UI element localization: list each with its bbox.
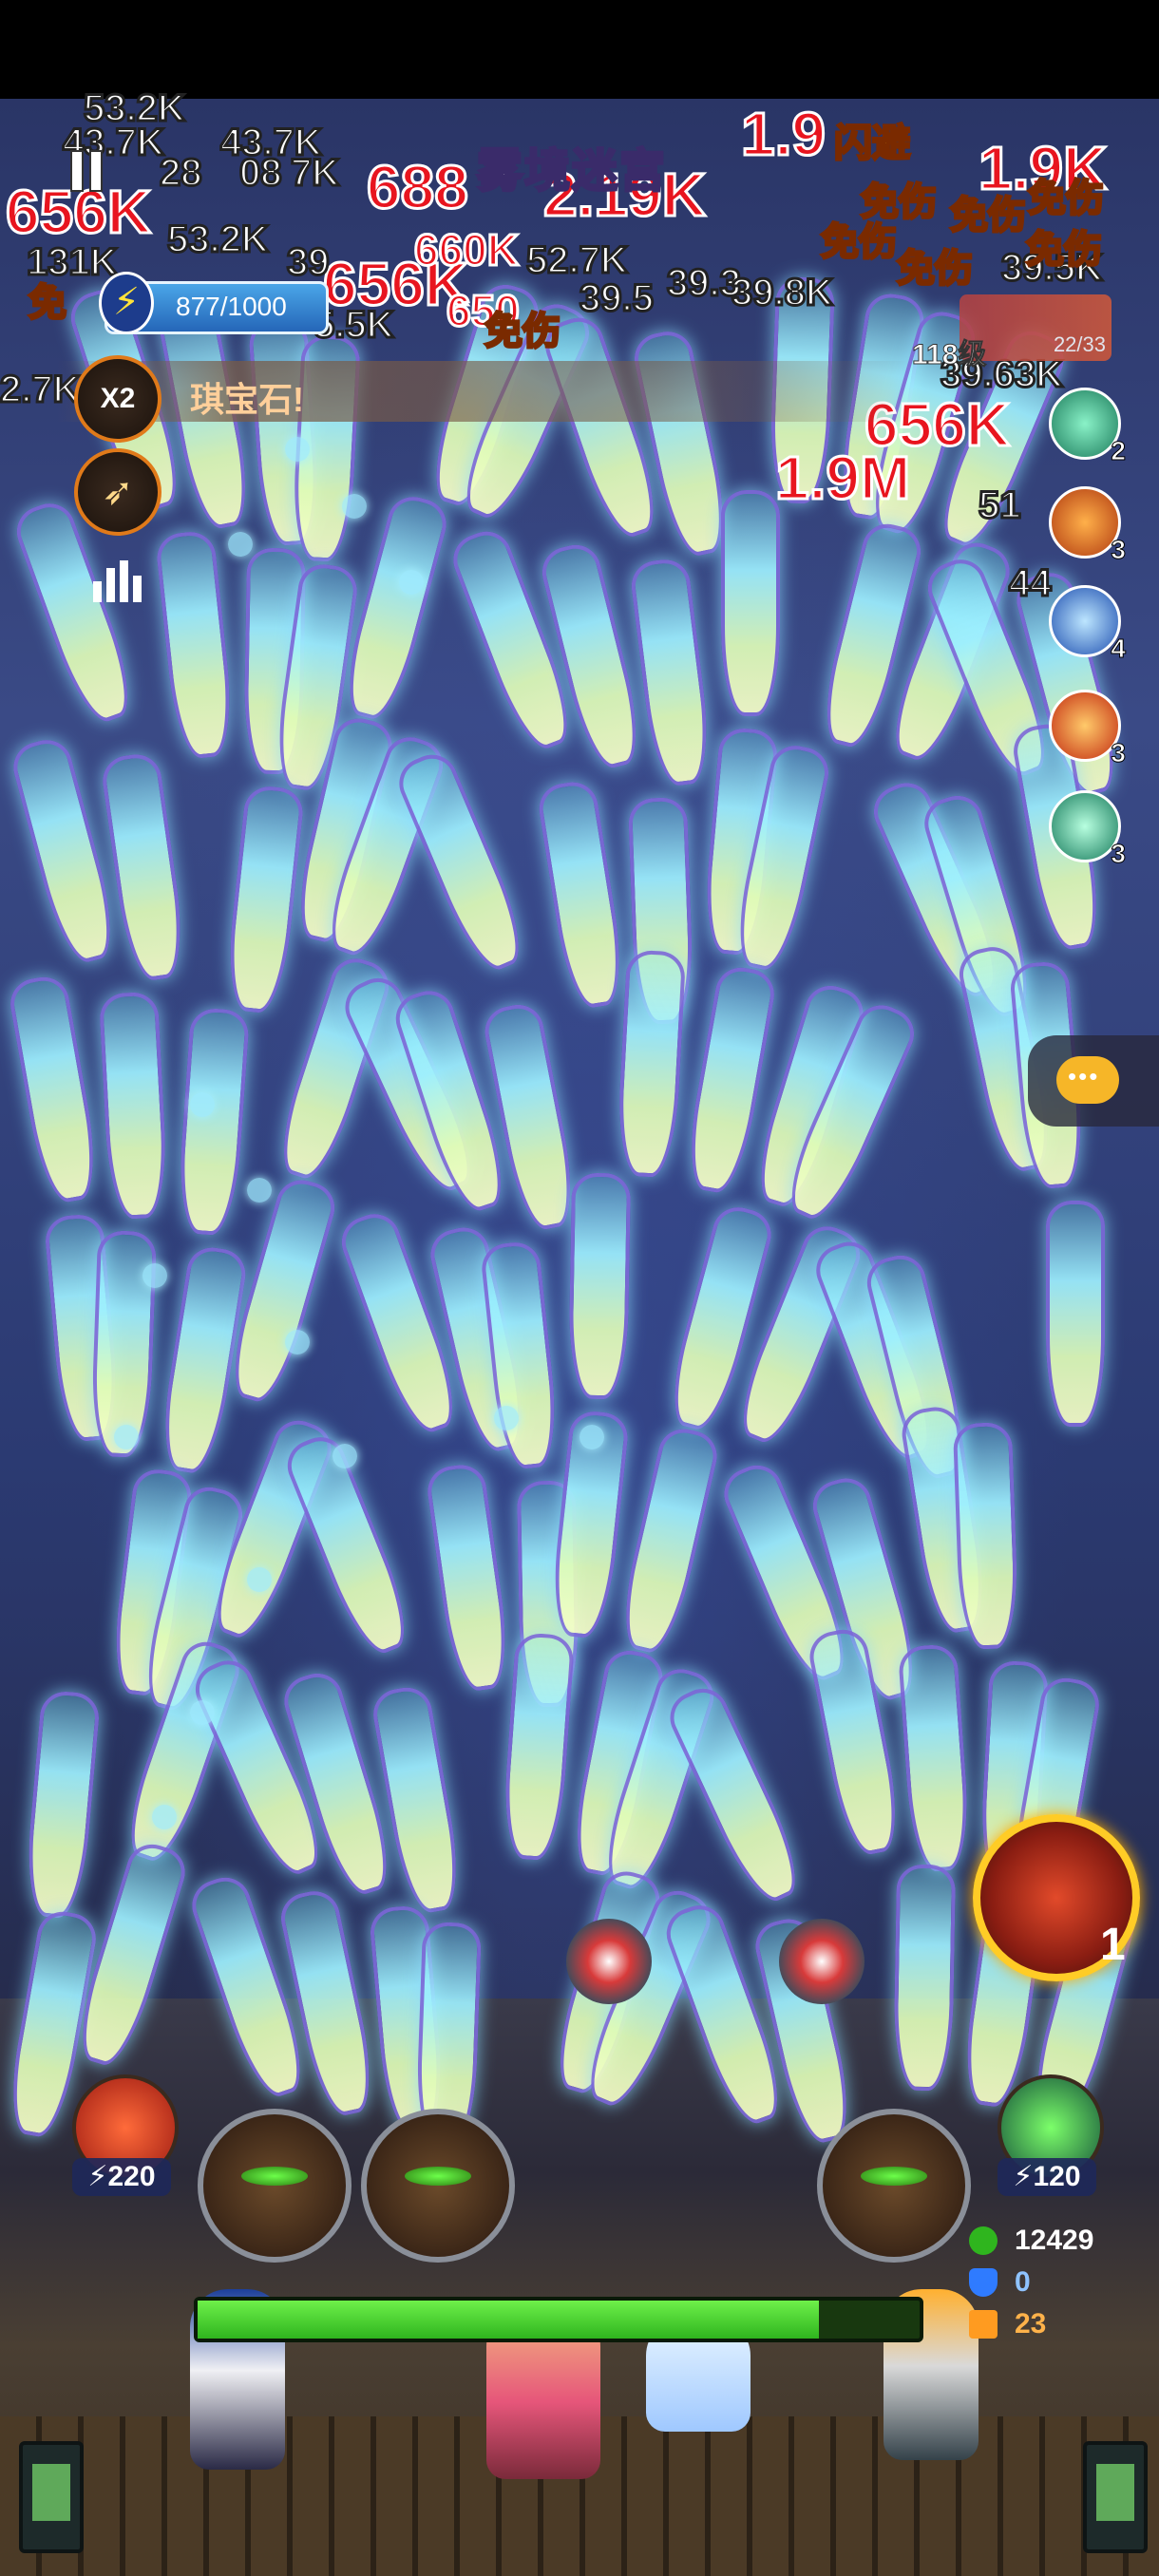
tornado-skill-icon: 2 [1049,388,1126,466]
wind-skill-icon: 3 [1049,790,1126,869]
status-text: 免伤 [896,247,975,292]
boss-level: 118级 [911,339,987,371]
paw-particle [494,1406,519,1430]
damage-number: 7K [289,151,340,196]
damage-number: 28 [159,151,203,196]
fish-projectile [897,1643,973,1873]
score-value: 12429 [1015,2225,1094,2256]
score-icon [969,2226,998,2255]
damage-number: 52.7K [525,238,630,283]
fish-projectile [661,1680,811,1910]
damage-number: 1.9 [740,99,827,170]
fish-projectile [567,1172,632,1400]
paw-particle [152,1805,177,1829]
damage-number: 660K [413,224,521,276]
fish-projectile [89,1229,158,1459]
defense-pod [817,2109,971,2263]
energy-value: 877/1000 [176,292,287,321]
damage-number: 39.5 [579,276,656,321]
damage-number: 39.8K [731,271,835,315]
ultimate-cost: ⚡120 [998,2158,1096,2196]
base-hp-fill [198,2301,819,2339]
ultimate-cost: ⚡220 [72,2158,171,2196]
status-text: 免伤 [1027,177,1106,221]
status-text: 免伤 [1025,228,1104,273]
paw-particle [190,1700,215,1725]
hint-text: 琪宝石! [190,380,304,419]
turret-icon [566,1919,652,2004]
fish-projectile [500,1632,576,1862]
boss-progress: 22/33 [1053,332,1106,356]
paw-particle [342,494,367,519]
paw-particle [285,437,310,462]
status-text: 免 [28,281,68,326]
damage-number: 39 [286,240,331,285]
fish-projectile [615,949,687,1179]
chat-button[interactable] [1028,1035,1159,1127]
paw-particle [247,1567,272,1592]
turret-icon [779,1919,864,2004]
damage-number: 1.9M [773,443,911,514]
paw-particle [228,532,253,557]
paw-particle [114,1425,139,1449]
fish-projectile [222,784,306,1015]
stage-title: 雾境迷宫 [475,145,668,199]
fish-projectile [175,1007,251,1237]
damage-number: 39.3 [666,261,743,306]
paw-particle [285,1330,310,1354]
fish-projectile [99,750,190,984]
defense-pod [361,2109,515,2263]
flame-sword-skill-icon: 3 [1049,690,1126,768]
bullet-skill-button[interactable]: ➶ [74,448,162,536]
fish-projectile [154,529,238,761]
fish-projectile [6,973,104,1206]
paw-particle [142,1263,167,1288]
fish-projectile [424,1461,515,1695]
fire-skill-icon: 3 [1049,486,1126,565]
fish-projectile [614,1424,722,1657]
fish-projectile [721,490,780,716]
fish-projectile [892,1864,957,2092]
fish-projectile [22,1689,102,1921]
status-text: 免伤 [949,194,1028,238]
status-text: 闪避 [833,122,912,166]
fish-projectile [1046,1201,1105,1427]
defense-pod [198,2109,352,2263]
status-text: 免伤 [484,310,562,354]
coin-icon [969,2310,998,2339]
lightning-icon: ⚡ [99,272,154,334]
chat-icon [1056,1056,1119,1104]
ice-skill-icon: 4 [1049,585,1126,664]
status-bar [0,0,1159,99]
paw-particle [190,1092,215,1117]
fish-projectile [535,778,630,1012]
shield-icon [969,2268,998,2297]
paw-particle [580,1425,604,1449]
paw-particle [247,1178,272,1203]
stats-icon[interactable] [93,560,144,602]
speed-button[interactable]: X2 [74,355,162,443]
damage-number: 51 [978,483,1022,528]
damage-number: 08 [238,151,283,196]
lantern-icon [1083,2441,1148,2553]
paw-particle [332,1444,357,1468]
fish-projectile [628,557,715,788]
damage-number: 688 [366,152,470,223]
shield-value: 0 [1015,2266,1031,2298]
fish-projectile [390,747,535,978]
fish-projectile [98,991,170,1221]
pause-icon[interactable] [70,150,108,192]
paw-particle [399,570,424,595]
coin-value: 23 [1015,2308,1047,2339]
damage-number: 44 [1008,561,1053,606]
lantern-icon [19,2441,84,2553]
hero-count: 1 [1100,1920,1126,1970]
hint-banner: 琪宝石! [57,361,912,422]
status-text: 免伤 [820,220,899,265]
damage-number: 53.2K [166,218,271,262]
base-hp-bar [194,2297,923,2342]
